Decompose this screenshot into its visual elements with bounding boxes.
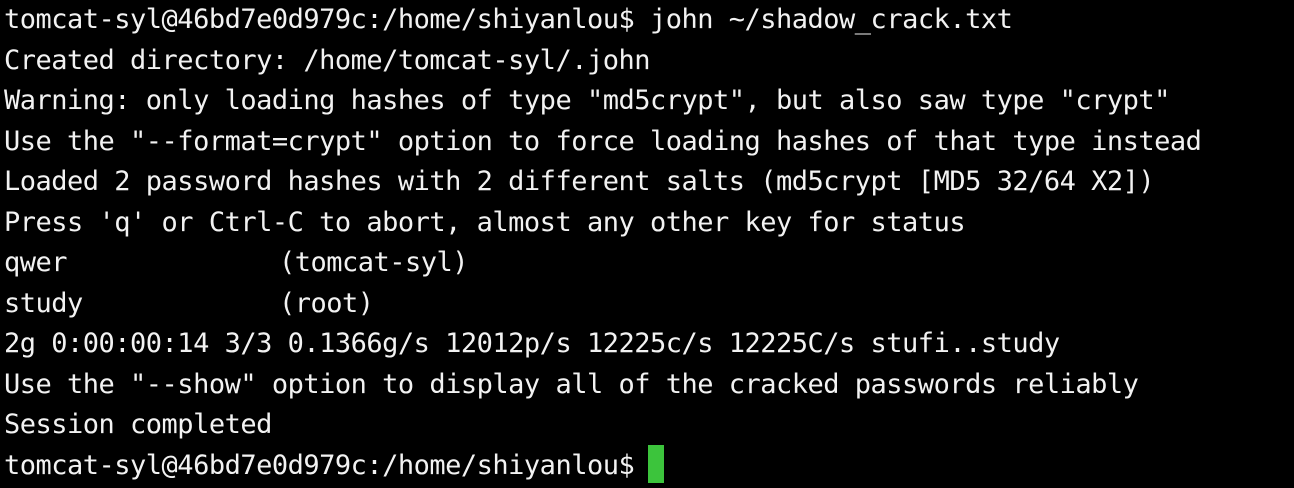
cracked-entry: qwer (tomcat-syl) xyxy=(4,243,1294,284)
command-text: john ~/shadow_crack.txt xyxy=(649,4,1013,35)
output-line: Loaded 2 password hashes with 2 differen… xyxy=(4,166,1155,197)
cracked-user: (tomcat-syl) xyxy=(279,247,469,278)
cracked-password: study xyxy=(4,287,83,319)
cracked-user: (root) xyxy=(279,287,374,319)
command-line: tomcat-syl@46bd7e0d979c:/home/shiyanlou$… xyxy=(4,0,1294,41)
output-line: Created directory: /home/tomcat-syl/.joh… xyxy=(4,44,650,76)
prompt: tomcat-syl@46bd7e0d979c:/home/shiyanlou$ xyxy=(4,449,635,481)
final-prompt-line[interactable]: tomcat-syl@46bd7e0d979c:/home/shiyanlou$ xyxy=(4,444,1294,487)
output-line: Use the "--format=crypt" option to force… xyxy=(4,125,1202,157)
cracked-password: qwer xyxy=(4,247,68,278)
output-line: Press 'q' or Ctrl-C to abort, almost any… xyxy=(4,206,966,238)
status-line: 2g 0:00:00:14 3/3 0.1366g/s 12012p/s 122… xyxy=(4,328,1060,359)
output-line: Session completed xyxy=(4,409,272,440)
output-line: Use the "--show" option to display all o… xyxy=(4,368,1139,400)
cracked-entry: study (root) xyxy=(4,284,1294,325)
prompt: tomcat-syl@46bd7e0d979c:/home/shiyanlou$ xyxy=(4,4,635,35)
terminal-window[interactable]: tomcat-syl@46bd7e0d979c:/home/shiyanlou$… xyxy=(0,0,1294,488)
text-cursor[interactable] xyxy=(648,444,665,483)
output-line: Warning: only loading hashes of type "md… xyxy=(4,85,1170,116)
